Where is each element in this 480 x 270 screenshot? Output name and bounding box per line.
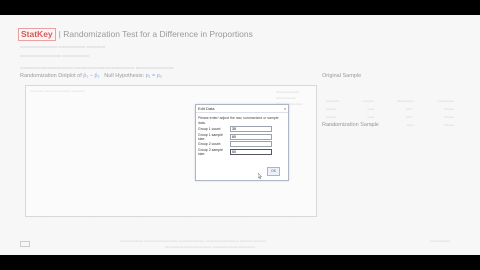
statistic-selector[interactable]: p̂₁ − p̂₂ [83,73,99,79]
footer-text-2: ▭▭▭▭▭▭▭▭▭▭▭▭▭▭ ▭▭▭▭▭▭▭▭▭▭▭▭▭ [165,245,256,249]
group2-size-label: Group 2 sample size: [198,147,223,156]
group2-count-input[interactable] [230,141,272,147]
y-tick: · [18,145,20,149]
dialog-header: Edit Data x [196,105,288,113]
group2-size-row: Group 2 sample size: [196,147,288,156]
plot-note: ▭▭▭▭ ▭▭▭▭▭▭▭▭ ▭▭▭▭ [30,89,85,93]
page-title: | Randomization Test for a Difference in… [58,29,253,39]
x-tick: · [140,217,142,221]
y-tick: · [18,205,20,209]
x-tick: · [90,217,92,221]
group1-size-label: Group 1 sample size: [198,132,223,141]
y-tick: · [18,165,20,169]
original-sample-heading: Original Sample [322,73,362,79]
group2-size-input[interactable] [230,148,272,155]
group1-size-input[interactable] [230,133,272,140]
randomization-sample-heading: Randomization Sample [322,122,379,128]
x-tick: · [40,217,42,221]
group2-count-label: Group 2 count: [198,142,222,146]
y-tick: · [18,105,20,109]
group1-count-row: Group 1 count: [196,126,288,133]
footer-right: ▭▭▭▭▭▭ [430,239,450,243]
statkey-logo[interactable]: StatKey [18,27,56,41]
y-tick: · [18,125,20,129]
plot-heading: Randomization Dotplot of p̂₁ − p̂₂ Null … [20,73,162,79]
edit-data-dialog: Edit Data x Please enter/ adjust the raw… [195,104,289,181]
y-tick: · [18,185,20,189]
group1-size-row: Group 1 sample size: [196,132,288,141]
faded-controls: ▭▭▭▭▭▭▭▭▭▭▭▭▭▭ ▭▭▭▭▭▭▭▭▭▭▭▭▭▭▭▭ ▭▭▭▭▭▭▭▭… [20,65,174,70]
app-window: StatKey | Randomization Test for a Diffe… [0,15,480,255]
x-tick: · [290,217,292,221]
faded-subtitle: ▭▭▭▭▭▭▭▭▭▭ ▭▭▭▭▭▭▭ ▭▭▭▭▭ [20,44,106,49]
title-bar: StatKey | Randomization Test for a Diffe… [18,27,253,41]
footer-text: ▭▭▭▭▭▭▭ ▭▭▭▭▭▭▭▭▭▭ ▭▭▭▭▭▭▭▭ ▭▭▭▭▭▭▭▭▭▭ ▭… [120,239,267,243]
faded-data-label: ▭▭▭▭▭▭▭▭▭▭▭ ▭▭▭▭▭▭▭ [20,53,90,58]
mouse-cursor-icon [258,173,262,179]
group2-count-row: Group 2 count: [196,141,288,148]
x-tick: · [190,217,192,221]
x-tick: · [240,217,242,221]
group1-count-label: Group 1 count: [198,127,222,131]
close-icon[interactable]: x [284,106,286,111]
ok-button[interactable]: OK [267,167,280,176]
dialog-title: Edit Data [198,106,215,111]
footer-logo [20,241,30,247]
group1-count-input[interactable] [230,126,272,132]
dialog-message: Please enter/ adjust the raw, summarized… [198,116,279,125]
